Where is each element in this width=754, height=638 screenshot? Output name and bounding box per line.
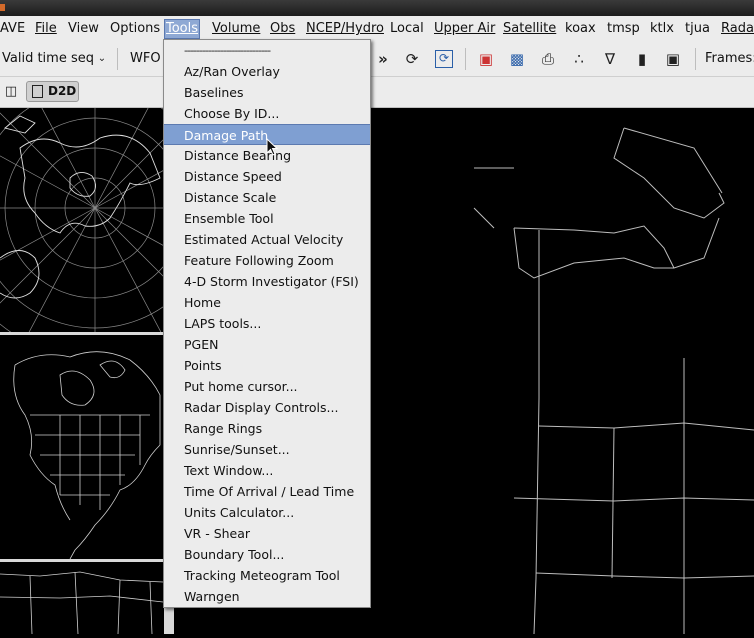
polar-map xyxy=(0,108,163,332)
regional-map xyxy=(0,571,163,634)
menu-item-feature-following-zoom[interactable]: Feature Following Zoom xyxy=(164,250,370,271)
skip-forward-icon[interactable]: » xyxy=(374,50,392,68)
menu-item-tracking-meteogram[interactable]: Tracking Meteogram Tool xyxy=(164,565,370,586)
menu-item-points[interactable]: Points xyxy=(164,355,370,376)
menu-item-warngen[interactable]: Warngen xyxy=(164,586,370,607)
menu-satellite[interactable]: Satellite xyxy=(503,20,556,38)
menu-item-time-of-arrival[interactable]: Time Of Arrival / Lead Time xyxy=(164,481,370,502)
menu-item-boundary-tool[interactable]: Boundary Tool... xyxy=(164,544,370,565)
menu-item-distance-speed[interactable]: Distance Speed xyxy=(164,166,370,187)
north-america-pane[interactable] xyxy=(0,335,163,559)
wfo-select[interactable]: WFO xyxy=(130,51,161,66)
menu-cave[interactable]: AVE xyxy=(0,20,25,38)
menu-item-ensemble-tool[interactable]: Ensemble Tool xyxy=(164,208,370,229)
swap-panes-icon[interactable]: ▩ xyxy=(508,50,526,68)
sample-icon[interactable]: ∇ xyxy=(601,50,619,68)
menu-ncep-hydro[interactable]: NCEP/Hydro xyxy=(306,20,384,38)
menu-item-distance-scale[interactable]: Distance Scale xyxy=(164,187,370,208)
refresh-icon[interactable]: ⟳ xyxy=(435,50,453,68)
menu-item-units-calculator[interactable]: Units Calculator... xyxy=(164,502,370,523)
menu-local[interactable]: Local xyxy=(390,20,424,38)
north-america-map xyxy=(13,351,161,559)
menu-upper-air[interactable]: Upper Air xyxy=(434,20,495,38)
menu-item-text-window[interactable]: Text Window... xyxy=(164,460,370,481)
menu-options[interactable]: Options xyxy=(110,20,160,38)
menu-item-pgen[interactable]: PGEN xyxy=(164,334,370,355)
loop-icon[interactable]: ⟳ xyxy=(403,50,421,68)
print-icon[interactable]: ⎙ xyxy=(539,50,557,68)
menu-item-laps-tools[interactable]: LAPS tools... xyxy=(164,313,370,334)
d2d-label: D2D xyxy=(48,84,77,98)
toolbar-separator xyxy=(695,48,696,70)
menu-item-vr-shear[interactable]: VR - Shear xyxy=(164,523,370,544)
menu-tjua[interactable]: tjua xyxy=(685,20,710,38)
regional-pane[interactable] xyxy=(0,562,163,634)
toolbar-separator xyxy=(117,48,118,70)
main-toolbar: Valid time seq ⌄ WFO » ⟳ ⟳ ▣ ▩ ⎙ ∴ ∇ ▮ ▣… xyxy=(0,42,754,77)
frames-label: Frames: xyxy=(705,51,754,66)
menu-item-estimated-actual-velocity[interactable]: Estimated Actual Velocity xyxy=(164,229,370,250)
menu-view[interactable]: View xyxy=(68,20,99,38)
menu-item-choose-by-id[interactable]: Choose By ID... xyxy=(164,103,370,124)
menu-item-radar-display-controls[interactable]: Radar Display Controls... xyxy=(164,397,370,418)
points-icon[interactable]: ∴ xyxy=(570,50,588,68)
perspective-toolbar: ◫ D2D xyxy=(0,77,754,108)
menu-file[interactable]: File xyxy=(35,20,57,38)
d2d-perspective-button[interactable]: D2D xyxy=(26,81,79,102)
menu-item-sunrise-sunset[interactable]: Sunrise/Sunset... xyxy=(164,439,370,460)
tools-dropdown-menu: ----------------------------- Az/Ran Ove… xyxy=(163,39,371,608)
menu-item-fsi[interactable]: 4-D Storm Investigator (FSI) xyxy=(164,271,370,292)
menu-tools[interactable]: Tools xyxy=(164,19,201,39)
open-perspective-icon[interactable]: ◫ xyxy=(2,83,20,101)
window-corner-accent xyxy=(0,4,5,11)
mouse-cursor-icon xyxy=(266,138,278,156)
clear-icon[interactable]: ▣ xyxy=(477,50,495,68)
menu-item-put-home-cursor[interactable]: Put home cursor... xyxy=(164,376,370,397)
menu-item-home[interactable]: Home xyxy=(164,292,370,313)
toolbar-separator xyxy=(465,48,466,70)
menu-obs[interactable]: Obs xyxy=(270,20,295,38)
menu-tmsp[interactable]: tmsp xyxy=(607,20,640,38)
window-titlebar xyxy=(0,0,754,16)
menubar: AVE File View Options Tools Volume Obs N… xyxy=(0,16,754,43)
north-hemisphere-pane[interactable] xyxy=(0,108,163,332)
d2d-icon xyxy=(32,85,43,98)
side-panes xyxy=(0,108,164,634)
menu-volume[interactable]: Volume xyxy=(212,20,260,38)
four-pane-icon[interactable]: ▣ xyxy=(664,50,682,68)
menu-item-range-rings[interactable]: Range Rings xyxy=(164,418,370,439)
menu-koax[interactable]: koax xyxy=(565,20,596,38)
menu-radar[interactable]: Radar xyxy=(721,20,754,38)
chevron-down-icon[interactable]: ⌄ xyxy=(93,50,111,68)
time-seq-select[interactable]: Valid time seq xyxy=(2,51,94,66)
menu-ktlx[interactable]: ktlx xyxy=(650,20,674,38)
menu-item-baselines[interactable]: Baselines xyxy=(164,82,370,103)
single-pane-icon[interactable]: ▮ xyxy=(633,50,651,68)
menu-item-az-ran-overlay[interactable]: Az/Ran Overlay xyxy=(164,61,370,82)
menu-separator: ----------------------------- xyxy=(184,44,271,57)
